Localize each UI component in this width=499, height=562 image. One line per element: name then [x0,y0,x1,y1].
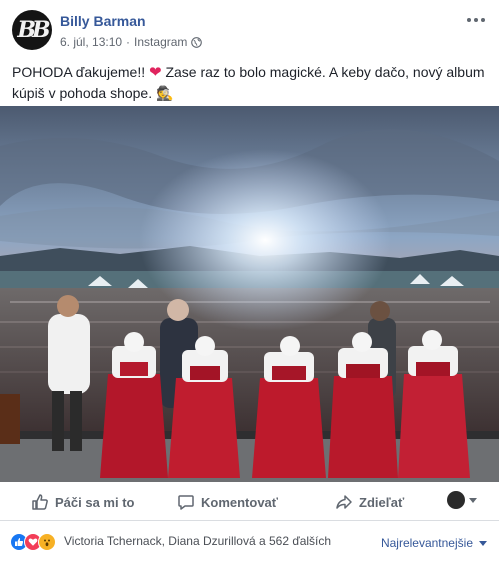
sort-label: Najrelevantnejšie [380,536,473,550]
more-options-icon[interactable] [465,14,487,26]
concert-stage-photo [0,106,499,482]
comment-button[interactable]: Komentovať [169,486,286,518]
page-avatar [447,491,465,509]
thumbs-up-icon [32,494,48,510]
reactions-row: Victoria Tchernack, Diana Dzurillová a 5… [0,522,499,562]
chevron-down-icon [469,497,477,503]
post-photo[interactable] [0,106,499,482]
page-identity-selector[interactable] [447,491,477,509]
comment-icon [178,495,194,510]
like-label: Páči sa mi to [55,494,135,510]
post-source: Instagram [134,35,188,49]
post-actions: Páči sa mi to Komentovať Zdieľať [0,483,499,521]
comment-label: Komentovať [201,494,279,510]
like-button[interactable]: Páči sa mi to [23,486,142,518]
post-text: POHODA ďakujeme!! ❤ Zase raz to bolo mag… [12,62,487,103]
reaction-summary[interactable]: Victoria Tchernack, Diana Dzurillová a 5… [64,534,331,548]
share-button[interactable]: Zdieľať [327,486,412,518]
chevron-down-icon [479,540,487,546]
reaction-icons[interactable] [10,533,56,551]
spy-emoji: 🕵 [156,85,174,101]
heart-emoji: ❤ [149,64,162,81]
author-name[interactable]: Billy Barman [60,13,146,29]
avatar-logo: BB [17,17,50,43]
post-meta: 6. júl, 13:10 · Instagram [60,35,203,49]
post-text-part-1: POHODA ďakujeme!! [12,64,149,80]
post-header: BB Billy Barman 6. júl, 13:10 · Instagra… [0,0,499,58]
post-date[interactable]: 6. júl, 13:10 [60,35,122,49]
avatar[interactable]: BB [12,10,52,50]
wow-reaction-icon [38,533,56,551]
share-label: Zdieľať [359,494,405,510]
meta-separator: · [126,35,131,49]
globe-icon[interactable] [191,36,203,48]
comment-sort-dropdown[interactable]: Najrelevantnejšie [381,536,487,550]
share-icon [336,495,352,509]
